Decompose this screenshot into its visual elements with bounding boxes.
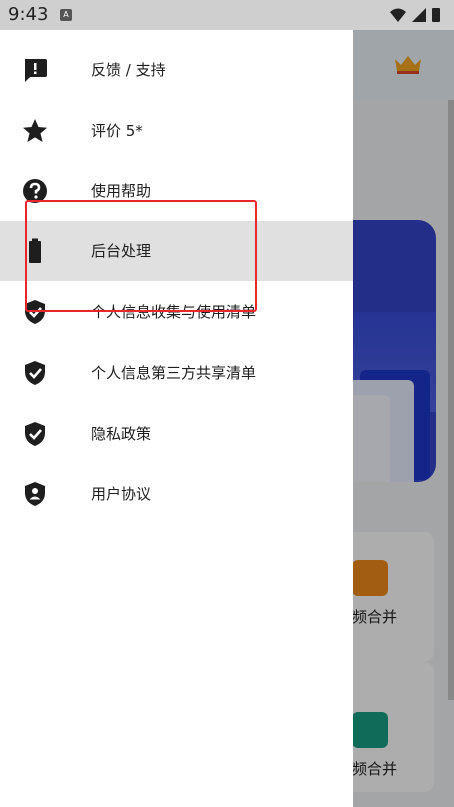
menu-item-third-party-sharing[interactable]: 个人信息第三方共享清单 [0,343,353,403]
menu-item-feedback[interactable]: 反馈 / 支持 [0,40,353,100]
status-time: 9:43 [8,4,49,25]
menu-item-user-agreement[interactable]: 用户协议 [0,464,353,524]
menu-item-label: 个人信息第三方共享清单 [91,364,257,382]
menu-item-rate[interactable]: 评价 5* [0,101,353,161]
menu-item-label: 用户协议 [91,485,152,503]
notification-badge: A [60,9,72,21]
signal-icon [412,8,426,22]
feedback-icon [25,59,47,82]
menu-item-label: 评价 5* [91,122,143,140]
shield-check-icon [25,361,45,385]
shield-user-icon [25,482,45,506]
shield-check-icon [25,422,45,446]
highlight-annotation [25,200,257,312]
star-icon [23,119,47,142]
menu-item-label: 使用帮助 [91,182,152,200]
menu-item-privacy-policy[interactable]: 隐私政策 [0,404,353,464]
wifi-icon [390,8,406,22]
menu-item-label: 反馈 / 支持 [91,61,166,79]
navigation-drawer: 反馈 / 支持 评价 5* 使用帮助 后台处理 个人信息收集与使用清单 个人信息… [0,30,353,807]
status-bar: 9:43 A [0,0,454,30]
menu-item-label: 隐私政策 [91,425,152,443]
battery-status-icon [432,8,440,22]
status-icons [390,8,440,22]
